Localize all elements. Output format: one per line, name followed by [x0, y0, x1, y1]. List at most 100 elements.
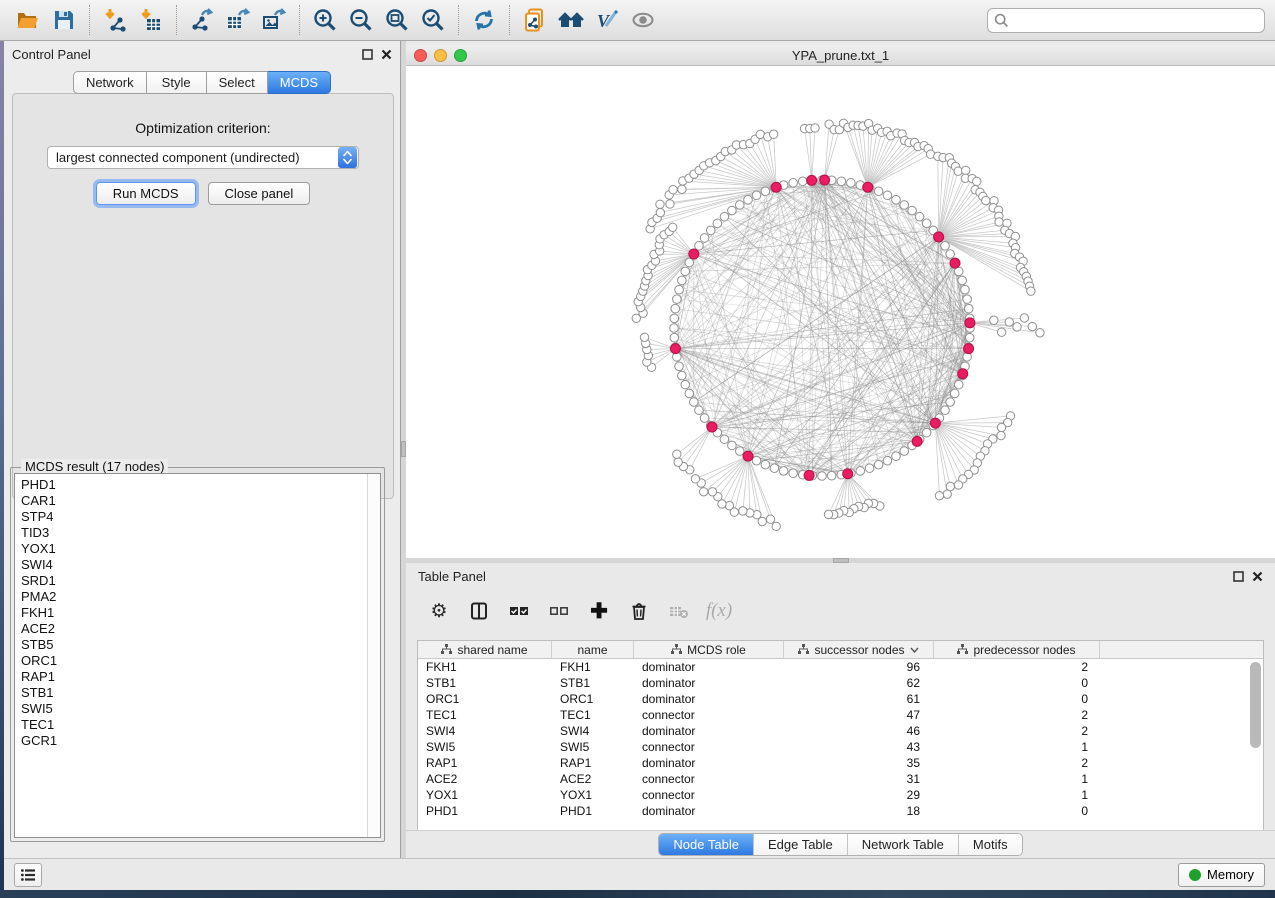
column-header-mcds-role[interactable]: MCDS role — [634, 641, 784, 658]
refresh-layout-icon[interactable] — [466, 4, 502, 36]
create-column-icon[interactable]: ✚ — [584, 596, 614, 626]
show-columns-icon[interactable] — [464, 596, 494, 626]
table-row[interactable]: STB1STB1dominator620 — [418, 675, 1263, 691]
document-share-icon[interactable] — [517, 4, 553, 36]
mcds-node[interactable] — [743, 451, 753, 461]
close-panel-button[interactable]: Close panel — [208, 182, 311, 205]
mcds-result-item[interactable]: TEC1 — [21, 717, 361, 733]
table-row[interactable]: YOX1YOX1connector291 — [418, 787, 1263, 803]
mcds-node[interactable] — [965, 318, 975, 328]
export-image-icon[interactable] — [256, 4, 292, 36]
mcds-node[interactable] — [930, 418, 940, 428]
task-history-icon[interactable] — [14, 863, 42, 887]
mcds-result-item[interactable]: FKH1 — [21, 605, 361, 621]
tab-network-table[interactable]: Network Table — [847, 834, 958, 855]
mcds-result-item[interactable]: PHD1 — [21, 477, 361, 493]
run-mcds-button[interactable]: Run MCDS — [96, 182, 196, 205]
zoom-selected-icon[interactable] — [415, 4, 451, 36]
mcds-node[interactable] — [964, 344, 974, 354]
table-body[interactable]: FKH1FKH1dominator962STB1STB1dominator620… — [418, 659, 1263, 819]
mcds-node[interactable] — [950, 258, 960, 268]
column-header-name[interactable]: name — [552, 641, 634, 658]
float-panel-icon[interactable] — [362, 49, 373, 60]
table-row[interactable]: FKH1FKH1dominator962 — [418, 659, 1263, 675]
mcds-result-list[interactable]: PHD1CAR1STP4TID3YOX1SWI4SRD1PMA2FKH1ACE2… — [14, 473, 381, 838]
table-row[interactable]: PHD1PHD1dominator180 — [418, 803, 1263, 819]
mcds-node[interactable] — [912, 436, 922, 446]
mcds-result-item[interactable]: TID3 — [21, 525, 361, 541]
float-panel-icon[interactable] — [1233, 571, 1244, 582]
mcds-result-item[interactable]: PMA2 — [21, 589, 361, 605]
mcds-result-item[interactable]: SRD1 — [21, 573, 361, 589]
column-header-shared-name[interactable]: shared name — [418, 641, 552, 658]
eye-icon[interactable] — [625, 4, 661, 36]
table-row[interactable]: SWI4SWI4dominator462 — [418, 723, 1263, 739]
close-panel-icon[interactable] — [1252, 571, 1263, 582]
window-minimize-icon[interactable] — [434, 49, 447, 62]
mcds-result-item[interactable]: CAR1 — [21, 493, 361, 509]
mcds-result-item[interactable]: SWI4 — [21, 557, 361, 573]
open-file-icon[interactable] — [10, 4, 46, 36]
export-table-icon[interactable] — [220, 4, 256, 36]
mcds-result-item[interactable]: GCR1 — [21, 733, 361, 749]
deselect-all-columns-icon[interactable] — [544, 596, 574, 626]
zoom-in-icon[interactable] — [307, 4, 343, 36]
mcds-node[interactable] — [807, 175, 817, 185]
import-network-icon[interactable] — [97, 4, 133, 36]
export-network-icon[interactable] — [184, 4, 220, 36]
mcds-result-item[interactable]: STB1 — [21, 685, 361, 701]
window-maximize-icon[interactable] — [454, 49, 467, 62]
close-panel-icon[interactable] — [381, 49, 392, 60]
mcds-node[interactable] — [804, 470, 814, 480]
mcds-node[interactable] — [863, 182, 873, 192]
tab-mcds[interactable]: MCDS — [268, 71, 331, 94]
tab-edge-table[interactable]: Edge Table — [753, 834, 847, 855]
save-icon[interactable] — [46, 4, 82, 36]
table-cell: dominator — [634, 724, 784, 738]
mcds-node[interactable] — [707, 422, 717, 432]
mcds-result-item[interactable]: STP4 — [21, 509, 361, 525]
table-row[interactable]: ORC1ORC1dominator610 — [418, 691, 1263, 707]
mcds-node[interactable] — [820, 175, 830, 185]
table-row[interactable]: TEC1TEC1connector472 — [418, 707, 1263, 723]
mcds-node[interactable] — [958, 369, 968, 379]
tab-node-table[interactable]: Node Table — [659, 834, 753, 855]
tab-style[interactable]: Style — [147, 71, 207, 94]
toolbar-separator — [458, 5, 459, 35]
vizmapper-icon[interactable]: V — [589, 4, 625, 36]
select-all-columns-icon[interactable] — [504, 596, 534, 626]
mcds-result-item[interactable]: SWI5 — [21, 701, 361, 717]
tab-select[interactable]: Select — [207, 71, 268, 94]
optimization-criterion-select[interactable]: largest connected component (undirected) — [47, 146, 359, 169]
zoom-out-icon[interactable] — [343, 4, 379, 36]
column-header-successor-nodes[interactable]: successor nodes — [784, 641, 934, 658]
mcds-node[interactable] — [689, 249, 699, 259]
delete-column-icon[interactable] — [624, 596, 654, 626]
mcds-result-item[interactable]: RAP1 — [21, 669, 361, 685]
mcds-result-item[interactable]: YOX1 — [21, 541, 361, 557]
mcds-node[interactable] — [843, 469, 853, 479]
zoom-fit-icon[interactable] — [379, 4, 415, 36]
home-networks-icon[interactable] — [553, 4, 589, 36]
mcds-node[interactable] — [670, 344, 680, 354]
table-row[interactable]: RAP1RAP1dominator352 — [418, 755, 1263, 771]
table-settings-icon[interactable]: ⚙ — [424, 596, 454, 626]
column-header-predecessor-nodes[interactable]: predecessor nodes — [934, 641, 1100, 658]
search-input[interactable] — [1013, 13, 1258, 28]
mcds-result-item[interactable]: STB5 — [21, 637, 361, 653]
list-scrollbar-track[interactable] — [367, 474, 380, 837]
mcds-node[interactable] — [934, 232, 944, 242]
window-close-icon[interactable] — [414, 49, 427, 62]
memory-button[interactable]: Memory — [1178, 863, 1265, 887]
mcds-node[interactable] — [771, 182, 781, 192]
table-row[interactable]: SWI5SWI5connector431 — [418, 739, 1263, 755]
import-table-icon[interactable] — [133, 4, 169, 36]
table-scrollbar-thumb[interactable] — [1250, 662, 1261, 748]
table-cell: 2 — [934, 756, 1100, 770]
network-view[interactable] — [406, 66, 1275, 558]
mcds-result-item[interactable]: ORC1 — [21, 653, 361, 669]
tab-motifs[interactable]: Motifs — [958, 834, 1022, 855]
mcds-result-item[interactable]: ACE2 — [21, 621, 361, 637]
tab-network[interactable]: Network — [73, 71, 147, 94]
table-row[interactable]: ACE2ACE2connector311 — [418, 771, 1263, 787]
